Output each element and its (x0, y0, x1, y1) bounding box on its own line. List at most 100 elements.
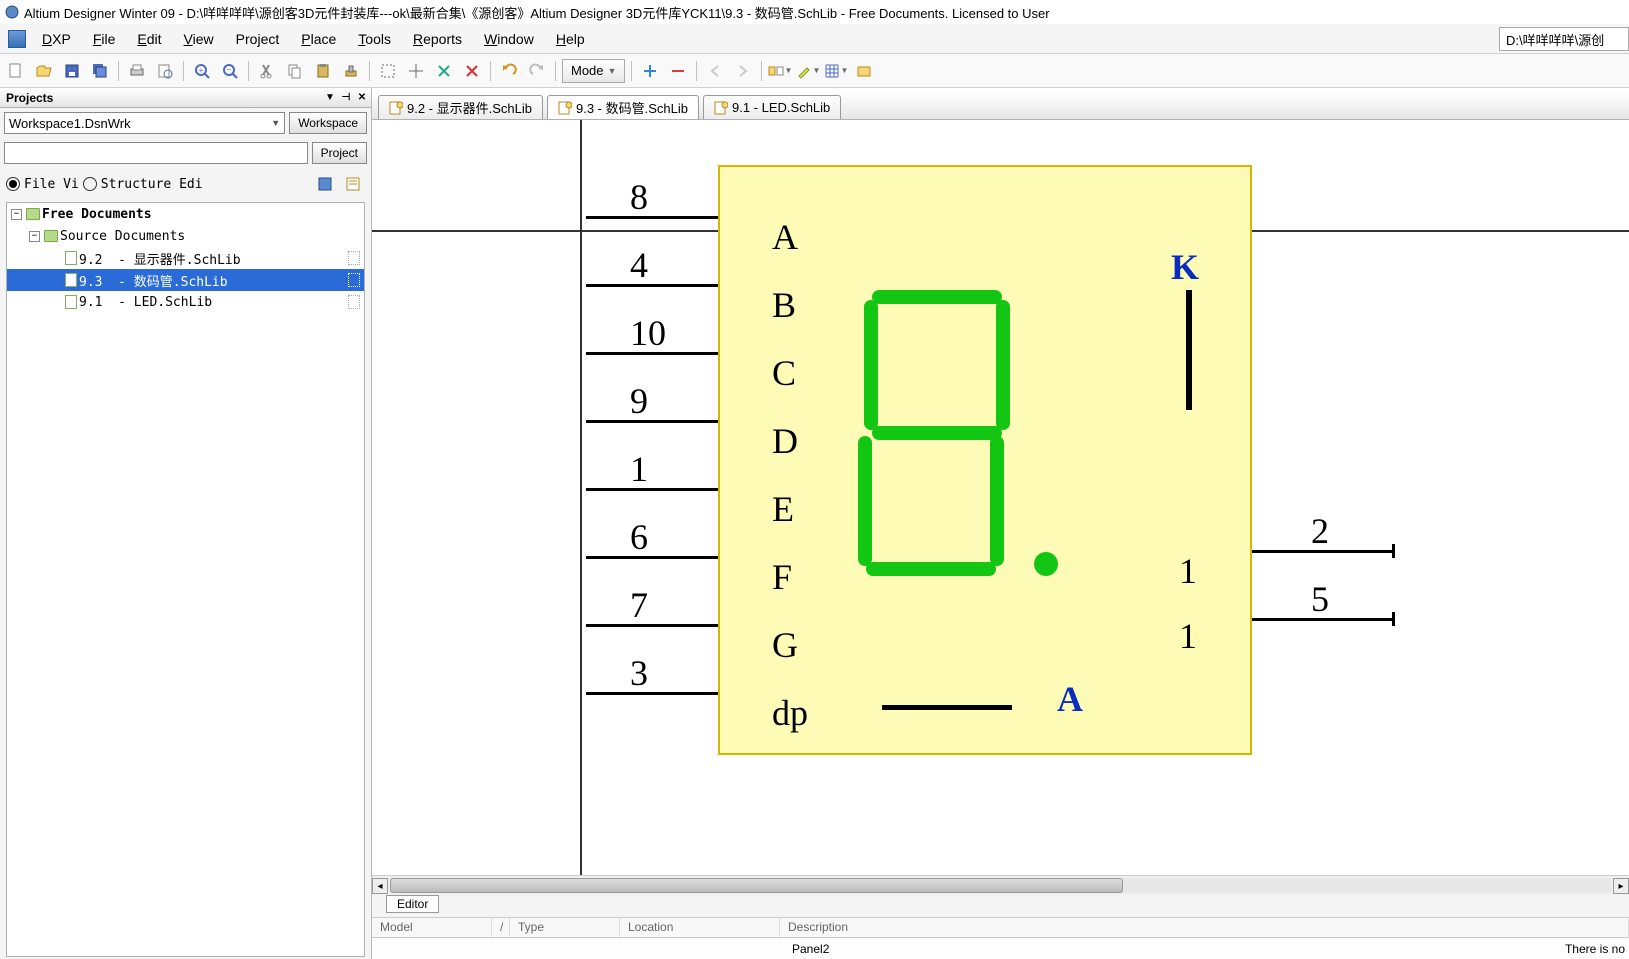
mode-dropdown[interactable]: Mode▼ (562, 59, 625, 83)
menu-edit[interactable]: Edit (127, 27, 171, 51)
right-num-1a: 1 (1179, 550, 1197, 592)
undo-button[interactable] (497, 59, 521, 83)
structure-edit-label: Structure Edi (101, 177, 203, 192)
nav-fwd-button[interactable] (731, 59, 755, 83)
remove-part-button[interactable] (666, 59, 690, 83)
document-tabs: 9.2 - 显示器件.SchLib 9.3 - 数码管.SchLib 9.1 -… (372, 92, 1629, 120)
library-button[interactable] (852, 59, 876, 83)
tree-doc[interactable]: 9.1 - LED.SchLib (7, 291, 364, 313)
project-button[interactable]: Project (312, 142, 367, 164)
col-description[interactable]: Description (780, 918, 1629, 937)
panel-indicator: Panel2 (792, 942, 829, 956)
move-button[interactable] (404, 59, 428, 83)
workspace-button[interactable]: Workspace (289, 112, 367, 134)
clear-button[interactable] (460, 59, 484, 83)
deselect-button[interactable] (432, 59, 456, 83)
seg-b (996, 300, 1010, 430)
col-type[interactable]: Type (510, 918, 620, 937)
underline (882, 705, 1012, 710)
pin-number: 2 (1311, 510, 1329, 552)
select-button[interactable] (376, 59, 400, 83)
col-model[interactable]: Model (372, 918, 492, 937)
panel-pin-icon[interactable]: ⊣ (339, 90, 353, 104)
path-box: D:\咩咩咩咩\源创 (1499, 27, 1629, 51)
menu-file[interactable]: File (83, 27, 126, 51)
project-tree[interactable]: − Free Documents − Source Documents 9.2 … (6, 202, 365, 957)
zoom-in-button[interactable]: + (190, 59, 214, 83)
menu-view[interactable]: View (174, 27, 224, 51)
hierarchy-button[interactable]: ▼ (768, 59, 792, 83)
saveall-button[interactable] (88, 59, 112, 83)
tree-src[interactable]: − Source Documents (7, 225, 364, 247)
pin-number: 6 (630, 516, 648, 558)
hscroll-right-icon[interactable]: ▸ (1613, 878, 1629, 894)
zoom-out-button[interactable]: − (218, 59, 242, 83)
pin-line (586, 692, 718, 695)
schlib-icon (389, 101, 403, 115)
menu-tools[interactable]: Tools (348, 27, 401, 51)
print-button[interactable] (125, 59, 149, 83)
hscroll-thumb[interactable] (390, 878, 1123, 893)
pin-name: dp (772, 692, 808, 734)
label-a-bottom: A (1057, 678, 1083, 720)
pin-number: 5 (1311, 578, 1329, 620)
editor-area: 9.2 - 显示器件.SchLib 9.3 - 数码管.SchLib 9.1 -… (372, 88, 1629, 959)
tab-led[interactable]: 9.1 - LED.SchLib (703, 95, 841, 119)
cut-button[interactable] (255, 59, 279, 83)
nav-back-button[interactable] (703, 59, 727, 83)
tab-display[interactable]: 9.2 - 显示器件.SchLib (378, 95, 543, 119)
menu-place[interactable]: Place (291, 27, 346, 51)
tree-doc[interactable]: 9.3 - 数码管.SchLib (7, 269, 364, 291)
pin-line (586, 420, 718, 423)
schlib-icon (65, 295, 77, 309)
hscroll-left-icon[interactable]: ◂ (372, 878, 388, 894)
seg-dp (1034, 552, 1058, 576)
hscroll-bar[interactable]: ◂ ▸ (372, 875, 1629, 895)
folder-icon (44, 230, 58, 242)
pin-line (586, 556, 718, 559)
status-strip: Panel2 There is no (372, 937, 1629, 959)
open-button[interactable] (32, 59, 56, 83)
preview-button[interactable] (153, 59, 177, 83)
menu-reports[interactable]: Reports (403, 27, 472, 51)
window-title: Altium Designer Winter 09 - D:\咩咩咩咩\源创客3… (24, 3, 1050, 22)
paste-button[interactable] (311, 59, 335, 83)
rubber-stamp-button[interactable] (339, 59, 363, 83)
pin-end (1392, 544, 1395, 558)
editor-tabstrip: Editor (372, 895, 1629, 917)
project-filter-input[interactable] (4, 142, 308, 164)
highlight-pen-button[interactable]: ▼ (796, 59, 820, 83)
panel-menu-icon[interactable]: ▼ (323, 90, 337, 104)
pin-number: 9 (630, 380, 648, 422)
new-button[interactable] (4, 59, 28, 83)
add-part-button[interactable] (638, 59, 662, 83)
redo-button[interactable] (525, 59, 549, 83)
schematic-canvas[interactable]: 8A4B10C9D1E6F7G3dp K 1 1 A 2 5 (372, 120, 1629, 875)
svg-text:−: − (227, 65, 232, 74)
right-num-1b: 1 (1179, 615, 1197, 657)
copy-button[interactable] (283, 59, 307, 83)
file-view-label: File Vi (24, 177, 79, 192)
options-icon[interactable] (341, 172, 365, 196)
projects-panel-header: Projects ▼ ⊣ ✕ (0, 88, 371, 108)
schlib-icon (558, 101, 572, 115)
col-sort-icon[interactable]: / (492, 918, 510, 937)
save-button[interactable] (60, 59, 84, 83)
menu-project[interactable]: Project (226, 27, 290, 51)
compile-icon[interactable] (313, 172, 337, 196)
file-view-radio[interactable] (6, 177, 20, 191)
menu-window[interactable]: Window (474, 27, 544, 51)
menu-help[interactable]: Help (546, 27, 595, 51)
menu-dxp[interactable]: DXP (32, 27, 81, 51)
tab-digit[interactable]: 9.3 - 数码管.SchLib (547, 95, 699, 119)
tree-root[interactable]: − Free Documents (7, 203, 364, 225)
grid-button[interactable]: ▼ (824, 59, 848, 83)
hscroll-track[interactable] (390, 878, 1611, 893)
workspace-combo[interactable]: Workspace1.DsnWrk▼ (4, 112, 285, 134)
structure-edit-radio[interactable] (83, 177, 97, 191)
tree-doc[interactable]: 9.2 - 显示器件.SchLib (7, 247, 364, 269)
panel-close-icon[interactable]: ✕ (355, 90, 369, 104)
col-location[interactable]: Location (620, 918, 780, 937)
editor-tab[interactable]: Editor (386, 895, 439, 913)
k-line (1186, 290, 1192, 410)
